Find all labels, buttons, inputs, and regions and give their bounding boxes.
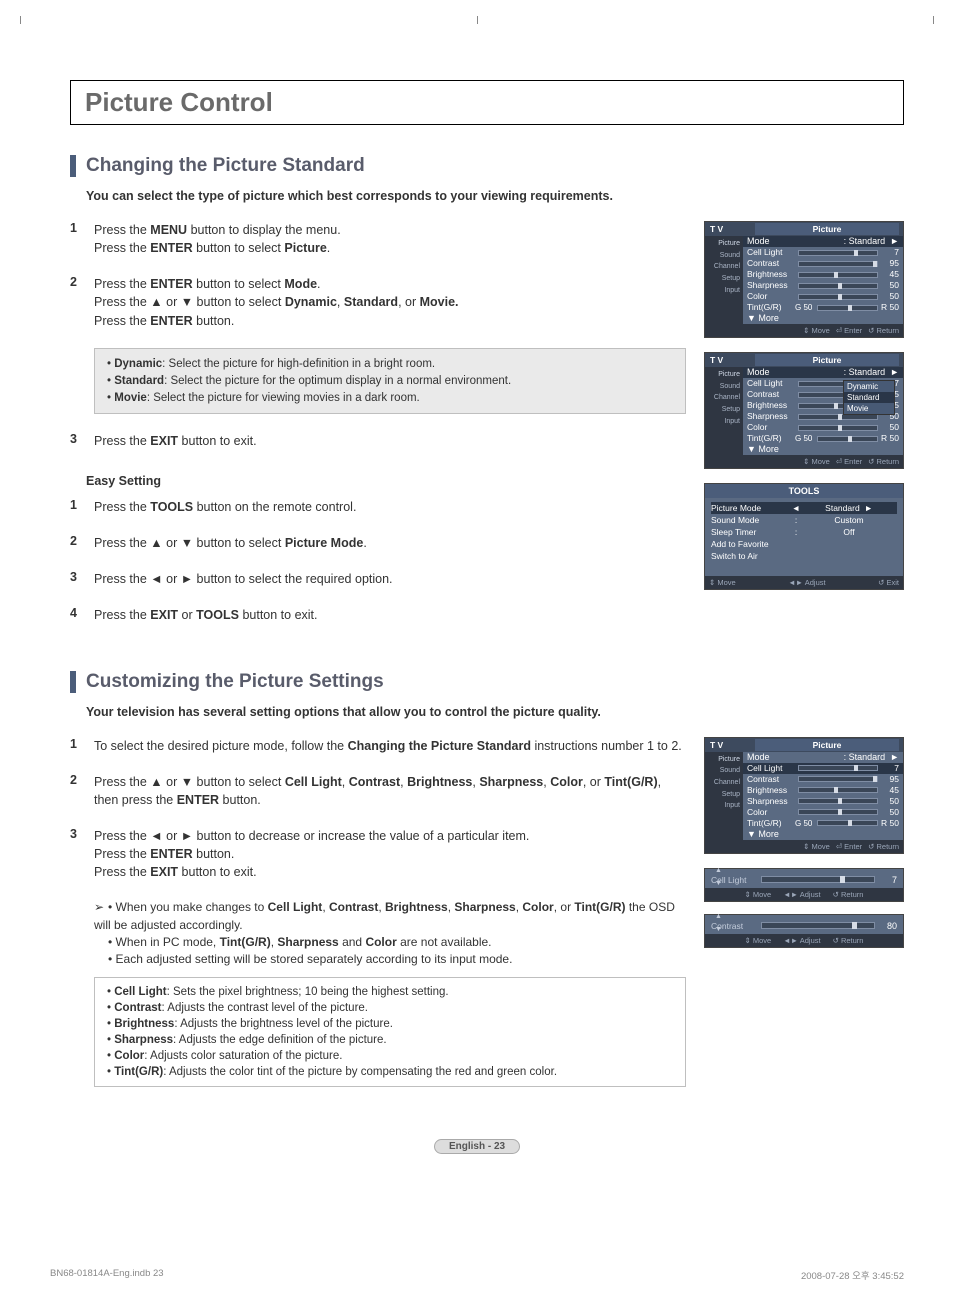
section-heading: Customizing the Picture Settings — [70, 671, 904, 693]
section-heading: Changing the Picture Standard — [70, 155, 904, 177]
osd-picture-menu-dropdown: T VPicture PictureSoundChannelSetupInput… — [704, 352, 904, 469]
section-changing-picture-standard: Changing the Picture Standard You can se… — [70, 155, 904, 643]
steps-list: 1Press the MENU button to display the me… — [70, 221, 686, 330]
osd-picture-menu-cell-light: T VPicture PictureSoundChannelSetupInput… — [704, 737, 904, 854]
main-title-box: Picture Control — [70, 80, 904, 125]
print-footer: BN68-01814A-Eng.indb 23 2008-07-28 오후 3:… — [50, 1268, 904, 1282]
notes: ➢• When you make changes to Cell Light, … — [94, 899, 686, 969]
section-customizing-picture: Customizing the Picture Settings Your te… — [70, 671, 904, 1106]
osd-cell-light-slider: ▲Cell Light7▼⇕ Move◄► Adjust↺ Return — [704, 868, 904, 902]
section-intro: You can select the type of picture which… — [86, 189, 904, 203]
easy-setting-heading: Easy Setting — [86, 474, 686, 488]
mode-info-box: • Dynamic: Select the picture for high-d… — [94, 348, 686, 414]
osd-contrast-slider: ▲Contrast80▼⇕ Move◄► Adjust↺ Return — [704, 914, 904, 948]
settings-description-box: • Cell Light: Sets the pixel brightness;… — [94, 977, 686, 1088]
page-number: English - 23 — [50, 1137, 904, 1154]
osd-tools-menu: TOOLSPicture Mode◄Standard ►Sound Mode:C… — [704, 483, 904, 590]
osd-picture-menu: T VPicture PictureSoundChannelSetupInput… — [704, 221, 904, 338]
section-intro: Your television has several setting opti… — [86, 705, 904, 719]
main-title: Picture Control — [85, 87, 273, 117]
